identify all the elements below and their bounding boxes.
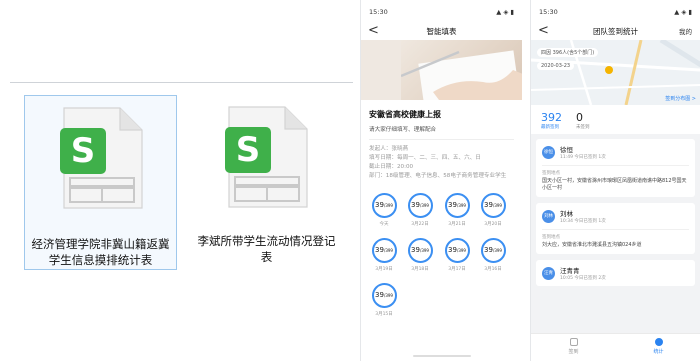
list-item[interactable]: 徐恒 徐恒 11:49 今日已签到 1次 签到地点 国天小区一村，安徽省滁州市琅…	[536, 139, 695, 197]
day-progress-ring[interactable]: 39/399 今天	[369, 193, 399, 227]
svg-text:S: S	[71, 131, 96, 171]
location-address: 国天小区一村，安徽省滁州市琅琊区凤凰街道南谯中路812号国天小区一村	[542, 178, 687, 191]
phone-team-checkin: 15:30 ▲ ◈ ▮ < 团队签到统计 我的 四因 396人(含5个部门) 2…	[530, 0, 700, 361]
day-progress-ring[interactable]: 39/399 3月20日	[478, 193, 508, 227]
person-name: 徐恒	[560, 146, 573, 154]
form-subtitle: 请大家仔细填写、理解配合	[369, 127, 437, 133]
file-item-2[interactable]: S 李斌所带学生流动情况登记表	[190, 95, 343, 270]
page-title: 智能填表	[426, 26, 457, 36]
checkin-time: 11:49 今日已签到 1次	[560, 155, 606, 160]
avatar: 刘林	[542, 209, 555, 223]
avatar: 徐恒	[542, 145, 555, 159]
status-icons: ▲ ◈ ▮	[496, 8, 514, 16]
meta-line: 填写日期：每周一、二、三、四、五、六、日	[369, 155, 481, 161]
status-time: 15:30	[539, 8, 558, 16]
day-progress-ring[interactable]: 39/399 3月18日	[405, 238, 435, 272]
status-time: 15:30	[369, 8, 388, 16]
day-progress-ring[interactable]: 39/399 3月21日	[442, 193, 472, 227]
my-link[interactable]: 我的	[679, 26, 692, 36]
spreadsheet-icon: S	[60, 107, 143, 209]
checkin-list: 徐恒 徐恒 11:49 今日已签到 1次 签到地点 国天小区一村，安徽省滁州市琅…	[531, 134, 700, 344]
status-icons: ▲ ◈ ▮	[674, 8, 692, 16]
tab-checkin[interactable]: 签到	[531, 334, 616, 361]
spreadsheet-icon: S	[225, 106, 308, 208]
checkin-time: 10:34 今日已签到 1次	[560, 219, 606, 224]
hand-writing-illustration	[361, 40, 522, 110]
unsigned-stat[interactable]: 0 未签到	[576, 111, 590, 130]
file-name: 李斌所带学生流动情况登记表	[197, 234, 336, 264]
range-chip[interactable]: 四因 396人(含5个部门)	[537, 48, 599, 57]
page-title: 团队签到统计	[593, 26, 638, 36]
unsigned-count: 0	[576, 111, 583, 124]
location-pin-icon	[605, 66, 613, 74]
banner-image	[361, 40, 522, 110]
date-chip[interactable]: 2020-03-23	[537, 62, 575, 70]
list-item[interactable]: 汪青 汪青青 10:05 今日已签到 2次	[536, 260, 695, 286]
avatar: 汪青	[542, 266, 555, 280]
person-name: 刘林	[560, 210, 573, 218]
file-name: 经济管理学院非冀山籍返冀学生信息摸排统计表	[31, 237, 170, 267]
tab-bar: 签到 统计	[531, 333, 700, 361]
divider	[10, 82, 353, 83]
signed-label: 最新签到	[541, 125, 559, 130]
tab-statistics[interactable]: 统计	[616, 334, 700, 361]
day-progress-ring[interactable]: 39/399 3月15日	[369, 283, 399, 317]
day-progress-ring[interactable]: 39/399 3月19日	[369, 238, 399, 272]
form-title: 安徽省高校健康上报	[369, 110, 441, 119]
back-icon[interactable]: <	[368, 23, 379, 38]
checkin-time: 10:05 今日已签到 2次	[560, 276, 606, 281]
nav-bar: < 团队签到统计 我的	[531, 22, 700, 40]
day-progress-ring[interactable]: 39/399 3月16日	[478, 238, 508, 272]
pie-chart-icon	[654, 338, 663, 346]
phone-smart-form: 15:30 ▲ ◈ ▮ < 智能填表 安徽省高校健康上报 请大家仔细填写、理解配…	[360, 0, 522, 361]
meta-line: 截止日期：20:00	[369, 164, 414, 170]
status-bar: 15:30 ▲ ◈ ▮	[361, 0, 522, 22]
form-meta: 发起人：张晓燕 填写日期：每周一、二、三、四、五、六、日 截止日期：20:00 …	[361, 145, 522, 181]
signed-stat[interactable]: 392 最新签到	[541, 111, 562, 130]
file-item-1[interactable]: S 经济管理学院非冀山籍返冀学生信息摸排统计表	[24, 95, 177, 270]
status-bar: 15:30 ▲ ◈ ▮	[531, 0, 700, 22]
day-progress-ring[interactable]: 39/399 3月17日	[442, 238, 472, 272]
checkin-stats: 392 最新签到 0 未签到	[531, 105, 700, 134]
distribution-link[interactable]: 签到分布图 >	[665, 95, 696, 102]
location-address: 刘大应，安徽省淮北市濉溪县五沟镇024乡道	[542, 242, 642, 248]
back-icon[interactable]: <	[538, 23, 549, 38]
svg-text:S: S	[236, 130, 261, 170]
home-indicator	[413, 355, 471, 357]
checkin-icon	[569, 338, 578, 346]
location-label: 签到地点	[542, 171, 560, 176]
meta-line: 发起人：张晓燕	[369, 146, 409, 152]
signed-count: 392	[541, 111, 562, 124]
checkin-map[interactable]: 四因 396人(含5个部门) 2020-03-23 签到分布图 >	[531, 40, 700, 105]
person-name: 汪青青	[560, 267, 580, 275]
day-progress-ring[interactable]: 39/399 3月22日	[405, 193, 435, 227]
list-item[interactable]: 刘林 刘林 10:34 今日已签到 1次 签到地点 刘大应，安徽省淮北市濉溪县五…	[536, 203, 695, 254]
unsigned-label: 未签到	[576, 125, 590, 130]
divider	[369, 139, 514, 140]
file-browser-panel: S 经济管理学院非冀山籍返冀学生信息摸排统计表 S 李斌所带学生流动情况登记表	[0, 0, 358, 361]
location-label: 签到地点	[542, 235, 560, 240]
nav-bar: < 智能填表	[361, 22, 522, 40]
meta-line: 部门：18级管理、电子信息、58电子商务管理专业学生	[369, 173, 507, 179]
